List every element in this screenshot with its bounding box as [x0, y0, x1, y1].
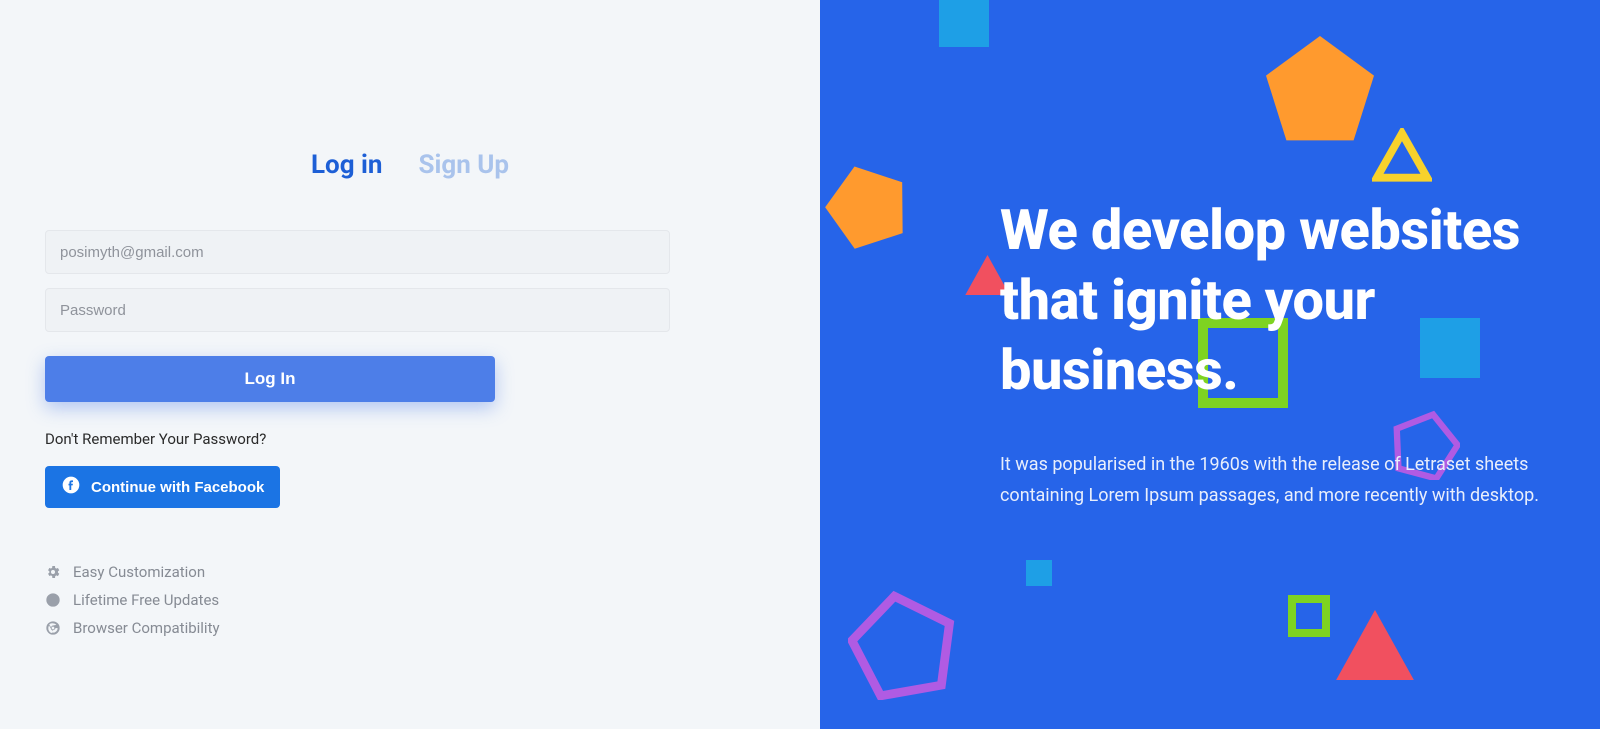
login-form: Log In Don't Remember Your Password? Con…	[45, 230, 670, 508]
gear-icon	[45, 564, 61, 580]
browser-icon	[45, 620, 61, 636]
pentagon-icon	[822, 160, 912, 250]
triangle-outline-icon	[1372, 128, 1432, 183]
pentagon-outline-icon	[848, 590, 958, 700]
feature-item: Easy Customization	[45, 563, 775, 581]
square-icon	[939, 0, 989, 47]
continue-facebook-button[interactable]: Continue with Facebook	[45, 466, 280, 508]
feature-label: Lifetime Free Updates	[73, 591, 219, 609]
forgot-password-link[interactable]: Don't Remember Your Password?	[45, 430, 670, 448]
pentagon-icon	[1260, 30, 1380, 150]
password-field[interactable]	[45, 288, 670, 332]
tab-signup[interactable]: Sign Up	[418, 150, 509, 180]
feature-label: Browser Compatibility	[73, 619, 220, 637]
hero-copy: We develop websites that ignite your bus…	[1000, 195, 1540, 511]
hero-title: We develop websites that ignite your bus…	[1000, 195, 1540, 405]
square-icon	[1026, 560, 1052, 586]
login-panel: Log in Sign Up Log In Don't Remember You…	[0, 0, 820, 729]
tab-login[interactable]: Log in	[311, 150, 383, 180]
triangle-icon	[1335, 610, 1415, 680]
square-outline-icon	[1288, 595, 1330, 637]
fb-button-label: Continue with Facebook	[91, 479, 264, 496]
email-field[interactable]	[45, 230, 670, 274]
hero-panel: We develop websites that ignite your bus…	[820, 0, 1600, 729]
hero-body: It was popularised in the 1960s with the…	[1000, 450, 1540, 511]
login-button[interactable]: Log In	[45, 356, 495, 402]
feature-item: Browser Compatibility	[45, 619, 775, 637]
auth-tabs: Log in Sign Up	[45, 150, 775, 180]
feature-label: Easy Customization	[73, 563, 205, 581]
feature-list: Easy Customization Lifetime Free Updates…	[45, 563, 775, 637]
feature-item: Lifetime Free Updates	[45, 591, 775, 609]
facebook-icon	[61, 475, 81, 499]
download-circle-icon	[45, 592, 61, 608]
